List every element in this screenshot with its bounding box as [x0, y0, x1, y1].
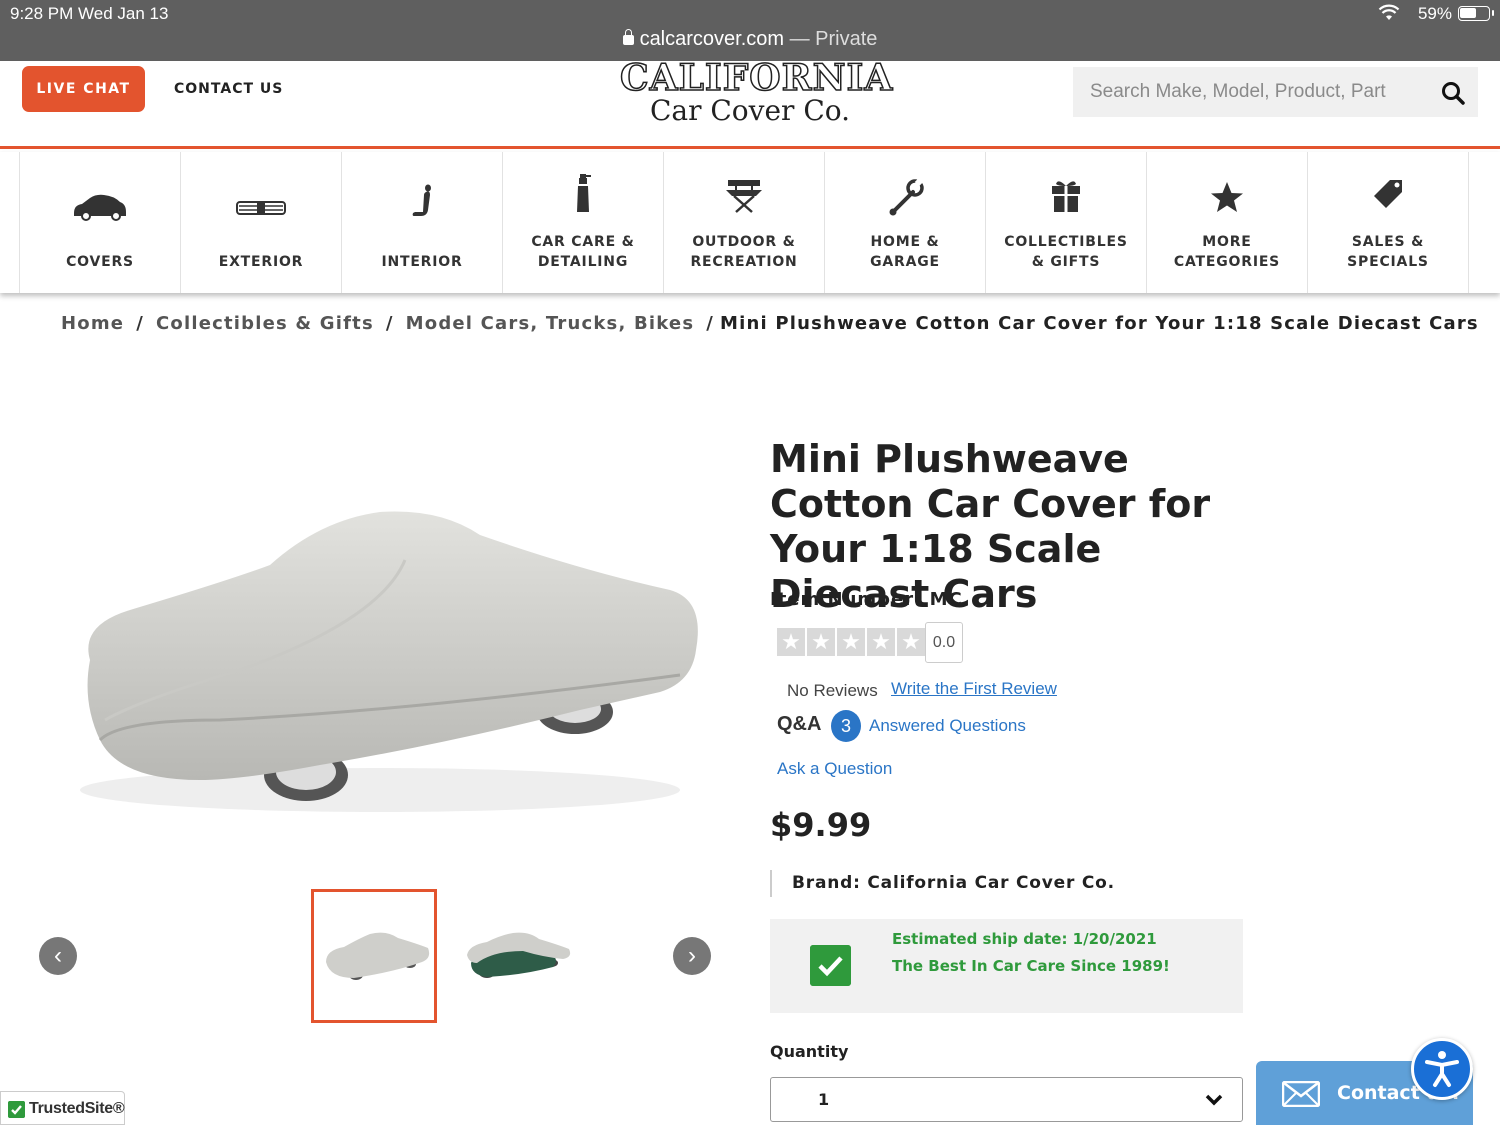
qa-count-badge[interactable]: 3	[831, 710, 861, 742]
url-domain: calcarcover.com	[639, 28, 785, 50]
trustedsite-label: TrustedSite®	[29, 1100, 125, 1117]
accessibility-icon	[1425, 1051, 1459, 1087]
star-icon	[1211, 182, 1243, 212]
battery-icon	[1458, 6, 1494, 21]
breadcrumb-separator: /	[385, 313, 394, 334]
category-label: HOME & GARAGE	[870, 234, 940, 270]
category-car-care[interactable]: CAR CARE & DETAILING	[502, 152, 664, 293]
search-icon[interactable]	[1440, 80, 1466, 106]
product-price: $9.99	[770, 806, 872, 844]
accessibility-button[interactable]	[1411, 1038, 1473, 1100]
thumbnail-image	[467, 932, 571, 978]
breadcrumb: Home / Collectibles & Gifts / Model Cars, Tr…	[61, 313, 1479, 334]
trustedsite-badge[interactable]: TrustedSite®	[0, 1091, 125, 1125]
contact-us-link[interactable]: CONTACT US	[174, 81, 283, 97]
category-label: OUTDOOR & RECREATION	[690, 234, 798, 270]
category-label: COLLECTIBLES & GIFTS	[1004, 234, 1128, 270]
quantity-select[interactable]: 1	[770, 1077, 1243, 1122]
camp-chair-icon	[726, 180, 762, 213]
status-bar: 9:28 PM Wed Jan 13 59% calcarcover.com —…	[0, 0, 1500, 61]
live-chat-button[interactable]: LIVE CHAT	[22, 66, 145, 112]
lock-icon	[622, 29, 634, 45]
category-label: CAR CARE & DETAILING	[531, 234, 635, 270]
private-label: — Private	[784, 28, 878, 50]
status-time: 9:28 PM Wed Jan 13	[10, 4, 169, 23]
search-input[interactable]	[1073, 67, 1433, 117]
shipping-info-box: Estimated ship date: 1/20/2021 The Best …	[770, 919, 1243, 1013]
wifi-icon	[1378, 4, 1400, 20]
thumbnail-2[interactable]	[453, 889, 579, 1023]
star-icon: ★	[777, 628, 805, 656]
category-sales[interactable]: SALES & SPECIALS	[1307, 152, 1469, 293]
no-reviews-label: No Reviews	[787, 681, 878, 700]
carousel-prev-button[interactable]: ‹	[39, 937, 77, 975]
ask-question-link[interactable]: Ask a Question	[777, 759, 892, 779]
category-covers[interactable]: COVERS	[19, 152, 181, 293]
category-label: SALES & SPECIALS	[1347, 234, 1429, 270]
breadcrumb-home[interactable]: Home	[61, 313, 124, 334]
category-label: INTERIOR	[381, 254, 463, 270]
tagline: The Best In Car Care Since 1989!	[892, 957, 1170, 975]
carousel-next-button[interactable]: ›	[673, 937, 711, 975]
wrench-icon	[889, 177, 924, 216]
breadcrumb-separator: /	[706, 313, 715, 334]
category-outdoor[interactable]: OUTDOOR & RECREATION	[663, 152, 825, 293]
breadcrumb-model-cars[interactable]: Model Cars, Trucks, Bikes	[406, 313, 695, 334]
category-label: EXTERIOR	[218, 254, 304, 270]
category-interior[interactable]: INTERIOR	[341, 152, 503, 293]
star-icon: ★	[867, 628, 895, 656]
thumbnail-image	[326, 932, 430, 980]
category-label: MORE CATEGORIES	[1173, 234, 1281, 270]
write-review-link[interactable]: Write the First Review	[891, 679, 1057, 699]
star-icon: ★	[837, 628, 865, 656]
qa-label: Q&A	[777, 713, 822, 735]
site-header: LIVE CHAT CONTACT US CALIFORNIA Car Cove…	[0, 57, 1500, 149]
category-home-garage[interactable]: HOME & GARAGE	[824, 152, 986, 293]
category-nav: COVERS EXTERIOR INTERIOR CAR CARE & DETA…	[0, 152, 1500, 293]
ship-date: Estimated ship date: 1/20/2021	[892, 930, 1157, 948]
item-number: Item Number: MC	[770, 589, 963, 610]
grille-icon	[236, 201, 286, 215]
battery-percent: 59%	[1417, 4, 1452, 23]
category-more[interactable]: MORE CATEGORIES	[1146, 152, 1308, 293]
quantity-label: Quantity	[770, 1042, 849, 1061]
quantity-value: 1	[818, 1090, 830, 1109]
category-label: COVERS	[66, 254, 134, 270]
car-icon	[74, 194, 126, 221]
star-icon: ★	[807, 628, 835, 656]
url-bar[interactable]: calcarcover.com — Private	[0, 28, 1500, 51]
breadcrumb-collectibles[interactable]: Collectibles & Gifts	[156, 313, 374, 334]
chevron-down-icon	[1205, 1094, 1223, 1106]
category-collectibles[interactable]: COLLECTIBLES & GIFTS	[985, 152, 1147, 293]
envelope-icon	[1282, 1081, 1320, 1107]
checkmark-icon	[810, 945, 851, 986]
breadcrumb-current: Mini Plushweave Cotton Car Cover for You…	[720, 313, 1479, 334]
site-logo[interactable]: CALIFORNIA Car Cover Co.	[619, 57, 894, 127]
logo-line-2: Car Cover Co.	[649, 94, 851, 127]
seat-icon	[412, 184, 431, 216]
breadcrumb-separator: /	[136, 313, 144, 334]
logo-line-1: CALIFORNIA	[619, 57, 894, 99]
checkmark-icon	[8, 1101, 25, 1118]
gift-icon	[1052, 181, 1080, 212]
rating-value: 0.0	[925, 622, 963, 663]
tag-icon	[1374, 180, 1402, 208]
star-rating[interactable]: ★ ★ ★ ★ ★	[777, 628, 927, 656]
star-icon: ★	[897, 628, 925, 656]
brand-label: Brand: California Car Cover Co.	[770, 870, 1115, 897]
search-box	[1073, 67, 1478, 117]
category-exterior[interactable]: EXTERIOR	[180, 152, 342, 293]
product-main-image[interactable]	[20, 420, 720, 870]
spray-bottle-icon	[577, 174, 591, 212]
answered-questions-link[interactable]: Answered Questions	[869, 716, 1026, 736]
thumbnail-1[interactable]	[311, 889, 437, 1023]
